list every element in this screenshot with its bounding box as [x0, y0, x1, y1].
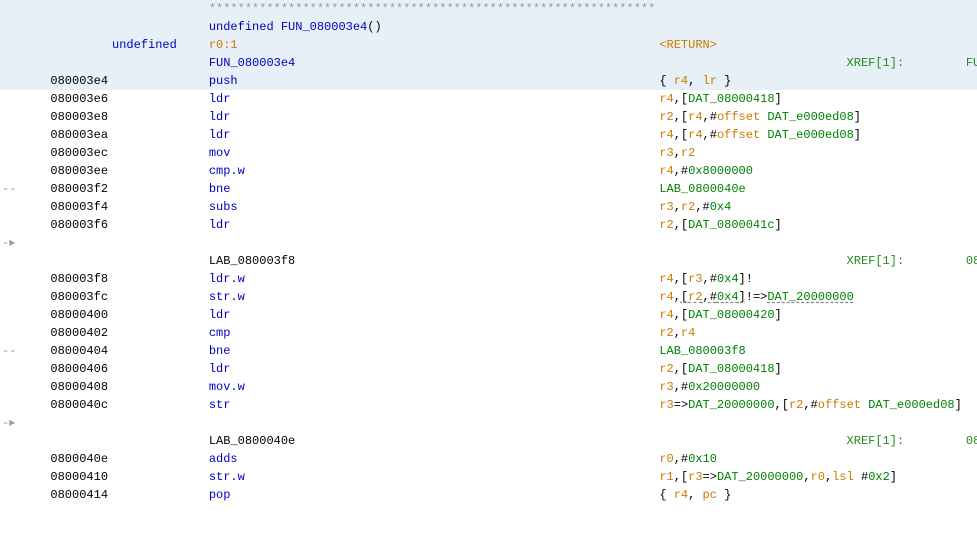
disasm-row[interactable]: -- 080003f2 bne LAB_0800040e — [0, 180, 977, 198]
blank-row: -▸ — [0, 234, 977, 252]
xref-link[interactable]: FUN_080004f0:08000562(c) — [966, 56, 977, 70]
disasm-row[interactable]: 080003e6 ldr r4,[DAT_08000418] = = E000E… — [0, 90, 977, 108]
address[interactable]: 080003e6 — [18, 90, 110, 108]
disasm-row[interactable]: 0800040c str r3=>DAT_20000000,[r2,#offse… — [0, 396, 977, 414]
function-label[interactable]: FUN_080003e4 — [209, 56, 295, 70]
label-row[interactable]: LAB_080003f8 XREF[1]: 08000404(j) — [0, 252, 977, 270]
data-ref[interactable]: DAT_20000000 — [717, 470, 803, 484]
disasm-row[interactable]: 08000410 str.w r1,[r3=>DAT_20000000,r0,l… — [0, 468, 977, 486]
address[interactable]: 080003e4 — [18, 72, 110, 90]
data-ref[interactable]: DAT_e000ed08 — [868, 398, 954, 412]
disasm-row[interactable]: 08000402 cmp r2,r4 — [0, 324, 977, 342]
disasm-row[interactable]: 08000414 pop { r4, pc } — [0, 486, 977, 504]
return-type-keyword: undefined — [209, 20, 274, 34]
disasm-row[interactable]: 0800040e adds r0,#0x10 — [0, 450, 977, 468]
code-label[interactable]: LAB_080003f8 — [209, 254, 295, 268]
disasm-row[interactable]: 08000400 ldr r4,[DAT_08000420] = = 20000… — [0, 306, 977, 324]
disasm-row[interactable]: 080003fc str.w r4,[r2,#0x4]!=>DAT_200000… — [0, 288, 977, 306]
data-ref[interactable]: DAT_20000000 — [688, 398, 774, 412]
return-storage-row: undefined r0:1 <RETURN> — [0, 36, 977, 54]
function-name-label[interactable]: FUN_080003e4 — [281, 20, 367, 34]
function-label-row: FUN_080003e4 XREF[1]: FUN_080004f0:08000… — [0, 54, 977, 72]
label-row[interactable]: LAB_0800040e XREF[1]: 080003f2(j) — [0, 432, 977, 450]
address[interactable]: 080003ea — [18, 126, 110, 144]
function-signature-row[interactable]: undefined FUN_080003e4() — [0, 18, 977, 36]
code-label[interactable]: LAB_0800040e — [209, 434, 295, 448]
disasm-row[interactable]: 080003f8 ldr.w r4,[r3,#0x4]! — [0, 270, 977, 288]
mnemonic: ldr — [209, 92, 231, 106]
xref-tag[interactable]: XREF[1]: — [847, 434, 905, 448]
data-ref[interactable]: DAT_08000418 — [688, 362, 774, 376]
mnemonic: push — [209, 74, 238, 88]
data-ref[interactable]: DAT_e000ed08 — [767, 110, 853, 124]
return-register: r0:1 — [209, 38, 238, 52]
disasm-row[interactable]: 080003ec mov r3,r2 — [0, 144, 977, 162]
data-ref[interactable]: DAT_e000ed08 — [767, 128, 853, 142]
data-ref[interactable]: DAT_08000418 — [688, 92, 774, 106]
xref-tag[interactable]: XREF[1]: — [847, 56, 905, 70]
disasm-row[interactable]: 08000408 mov.w r3,#0x20000000 — [0, 378, 977, 396]
xref-link[interactable]: 08000404(j) — [966, 254, 977, 268]
disasm-row[interactable]: 080003f6 ldr r2,[DAT_0800041c] = = 1FFFF… — [0, 216, 977, 234]
disasm-row[interactable]: 080003e4 push { r4, lr } — [0, 72, 977, 90]
separator-text: ****************************************… — [209, 2, 655, 16]
data-ref[interactable]: DAT_0800041c — [688, 218, 774, 232]
separator-row: ****************************************… — [0, 0, 977, 18]
branch-target[interactable]: LAB_080003f8 — [659, 344, 745, 358]
data-ref[interactable]: DAT_20000000 — [767, 290, 853, 304]
xref-tag[interactable]: XREF[1]: — [847, 254, 905, 268]
parens: () — [367, 20, 381, 34]
data-ref[interactable]: DAT_08000420 — [688, 308, 774, 322]
disasm-row[interactable]: 080003ee cmp.w r4,#0x8000000 — [0, 162, 977, 180]
disasm-row[interactable]: 08000406 ldr r2,[DAT_08000418] = = E000E… — [0, 360, 977, 378]
return-type: undefined — [112, 38, 177, 52]
disasm-row[interactable]: 080003f4 subs r3,r2,#0x4 — [0, 198, 977, 216]
disasm-row[interactable]: 080003e8 ldr r2,[r4,#offset DAT_e000ed08… — [0, 108, 977, 126]
disassembly-listing: ****************************************… — [0, 0, 977, 504]
disasm-row[interactable]: 080003ea ldr r4,[r4,#offset DAT_e000ed08… — [0, 126, 977, 144]
disasm-row[interactable]: -- 08000404 bne LAB_080003f8 — [0, 342, 977, 360]
return-tag: <RETURN> — [659, 38, 717, 52]
branch-target[interactable]: LAB_0800040e — [659, 182, 745, 196]
address[interactable]: 080003e8 — [18, 108, 110, 126]
blank-row: -▸ — [0, 414, 977, 432]
xref-link[interactable]: 080003f2(j) — [966, 434, 977, 448]
